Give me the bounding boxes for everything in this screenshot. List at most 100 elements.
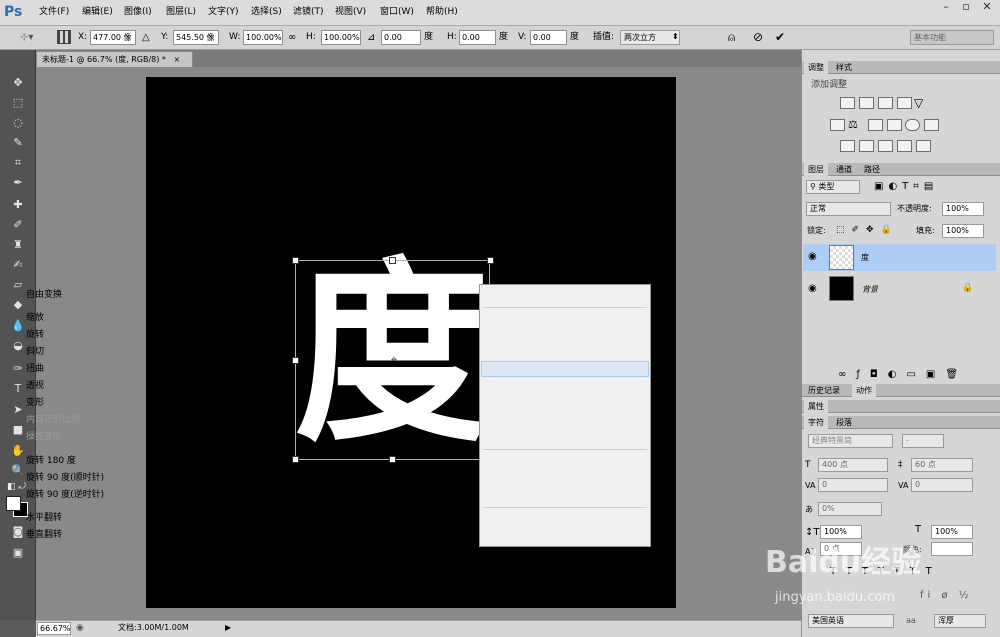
- visibility-eye-icon[interactable]: ◉: [808, 251, 817, 263]
- warp-mode-icon[interactable]: ⍝: [728, 30, 735, 45]
- vskew-field[interactable]: 0.00: [530, 30, 567, 45]
- eraser-tool-icon[interactable]: ▱: [8, 276, 28, 293]
- layer-filter-dropdown[interactable]: ⚲ 类型: [806, 180, 860, 194]
- x-field[interactable]: 477.00 像: [90, 30, 136, 45]
- layer-footer-icons[interactable]: ∞ƒ◘◐▭▣🗑: [838, 369, 988, 381]
- levels-icon[interactable]: [859, 97, 874, 109]
- menu-item-rotate-90-cw[interactable]: 旋转 90 度(顺时针): [26, 473, 104, 484]
- fill-field[interactable]: 100%: [942, 224, 984, 238]
- menu-window[interactable]: 窗口(W): [380, 7, 414, 18]
- history-brush-tool-icon[interactable]: ✍: [8, 256, 28, 273]
- delta-icon[interactable]: △: [142, 32, 150, 43]
- visibility-eye-icon[interactable]: ◉: [808, 283, 817, 295]
- pivot-point-icon[interactable]: ⌖: [388, 354, 400, 366]
- w-field[interactable]: 100.00%: [243, 30, 283, 45]
- tab-properties[interactable]: 属性: [804, 400, 828, 413]
- menu-help[interactable]: 帮助(H): [426, 7, 458, 18]
- layer-name[interactable]: 度: [861, 253, 869, 263]
- menu-item-flip-horizontal[interactable]: 水平翻转: [26, 513, 62, 524]
- marquee-tool-icon[interactable]: ⬚: [8, 94, 28, 111]
- menu-image[interactable]: 图像(I): [124, 7, 152, 18]
- layer-filter-icons[interactable]: ▣◐T⌗▤: [874, 180, 974, 194]
- transform-handle[interactable]: [292, 357, 299, 364]
- document-tab[interactable]: 未标题-1 @ 66.7% (度, RGB/8) * ×: [36, 51, 193, 67]
- tab-paragraph[interactable]: 段落: [832, 416, 856, 429]
- tab-paths[interactable]: 路径: [860, 163, 884, 176]
- h-field[interactable]: 100.00%: [321, 30, 361, 45]
- bw-icon[interactable]: [868, 119, 883, 131]
- tab-styles[interactable]: 样式: [832, 61, 856, 74]
- link-icon[interactable]: ∞: [288, 32, 296, 43]
- font-family-dropdown[interactable]: 经典特黑简: [808, 434, 893, 448]
- paint-bucket-tool-icon[interactable]: ◆: [8, 296, 28, 313]
- menu-item-flip-vertical[interactable]: 垂直翻转: [26, 530, 62, 541]
- lock-icons[interactable]: ⬚✐✥🔒: [836, 224, 899, 236]
- menu-item-skew[interactable]: 斜切: [26, 347, 44, 358]
- quick-mask-icon[interactable]: ◙: [8, 523, 28, 540]
- font-style-dropdown[interactable]: -: [902, 434, 944, 448]
- transform-handle[interactable]: [487, 257, 494, 264]
- tab-actions[interactable]: 动作: [852, 384, 876, 397]
- screen-mode-icon[interactable]: ▣: [8, 544, 28, 561]
- antialias-dropdown[interactable]: 浑厚: [934, 614, 986, 628]
- menu-filter[interactable]: 滤镜(T): [293, 7, 324, 18]
- close-tab-icon[interactable]: ×: [173, 55, 180, 64]
- transform-handle[interactable]: [389, 257, 396, 264]
- opacity-field[interactable]: 100%: [942, 202, 984, 216]
- stamp-tool-icon[interactable]: ♜: [8, 236, 28, 253]
- invert-icon[interactable]: [840, 140, 855, 152]
- y-field[interactable]: 545.50 像: [173, 30, 219, 45]
- menu-item-distort[interactable]: 扭曲: [26, 364, 44, 375]
- menu-item-rotate-90-ccw[interactable]: 旋转 90 度(逆时针): [26, 490, 104, 501]
- menu-item-rotate-180[interactable]: 旋转 180 度: [26, 456, 76, 467]
- status-share-icon[interactable]: ◉: [76, 622, 84, 634]
- type-tool-icon[interactable]: T: [8, 380, 28, 397]
- zoom-tool-icon[interactable]: 🔍: [8, 462, 28, 479]
- cancel-transform-icon[interactable]: ⊘: [753, 30, 763, 45]
- zoom-field[interactable]: 66.67%: [37, 622, 71, 635]
- menu-type[interactable]: 文字(Y): [208, 7, 239, 18]
- dodge-tool-icon[interactable]: ◒: [8, 337, 28, 354]
- eyedropper-tool-icon[interactable]: ✒: [8, 174, 28, 191]
- tab-history[interactable]: 历史记录: [804, 384, 844, 397]
- threshold-icon[interactable]: [878, 140, 893, 152]
- tracking-field[interactable]: 0: [911, 478, 973, 492]
- lasso-tool-icon[interactable]: ◌: [8, 114, 28, 131]
- transform-handle[interactable]: [292, 257, 299, 264]
- horizontal-scale-field[interactable]: 100%: [931, 525, 973, 539]
- brightness-icon[interactable]: [840, 97, 855, 109]
- menu-file[interactable]: 文件(F): [39, 7, 69, 18]
- pen-tool-icon[interactable]: ✑: [8, 360, 28, 377]
- exposure-icon[interactable]: [897, 97, 912, 109]
- maximize-icon[interactable]: ▫: [956, 0, 976, 14]
- brush-tool-icon[interactable]: ✐: [8, 216, 28, 233]
- angle-field[interactable]: 0.00: [381, 30, 421, 45]
- menu-item-warp[interactable]: 变形: [26, 398, 44, 409]
- workspace-dropdown[interactable]: 基本功能: [910, 30, 994, 45]
- minimize-icon[interactable]: –: [936, 0, 956, 14]
- ligature-buttons[interactable]: fi ø ½: [920, 590, 972, 602]
- rectangle-tool-icon[interactable]: ■: [8, 421, 28, 438]
- selective-color-icon[interactable]: [897, 140, 912, 152]
- kerning-field[interactable]: 0: [818, 478, 888, 492]
- tab-layers[interactable]: 图层: [804, 163, 828, 176]
- default-colors-icon[interactable]: ◧ ⤾: [7, 482, 26, 492]
- hue-sat-icon[interactable]: [830, 119, 845, 131]
- leading-field[interactable]: 60 点: [911, 458, 973, 472]
- hand-tool-icon[interactable]: ✋: [8, 442, 28, 459]
- close-icon[interactable]: ✕: [977, 0, 997, 14]
- menu-edit[interactable]: 编辑(E): [82, 7, 113, 18]
- menu-item-scale[interactable]: 缩放: [26, 313, 44, 324]
- tab-character[interactable]: 字符: [804, 416, 828, 429]
- quick-select-tool-icon[interactable]: ✎: [8, 134, 28, 151]
- channel-mixer-icon[interactable]: [905, 119, 920, 131]
- blur-tool-icon[interactable]: 💧: [8, 317, 28, 334]
- blend-mode-dropdown[interactable]: 正常: [806, 202, 891, 216]
- healing-tool-icon[interactable]: ✚: [8, 196, 28, 213]
- vibrance-icon[interactable]: ▽: [914, 96, 923, 110]
- menu-select[interactable]: 选择(S): [251, 7, 282, 18]
- move-tool-icon[interactable]: ✥: [8, 74, 28, 91]
- photo-filter-icon[interactable]: [887, 119, 902, 131]
- transform-handle[interactable]: [389, 456, 396, 463]
- foreground-color-swatch[interactable]: [6, 496, 21, 511]
